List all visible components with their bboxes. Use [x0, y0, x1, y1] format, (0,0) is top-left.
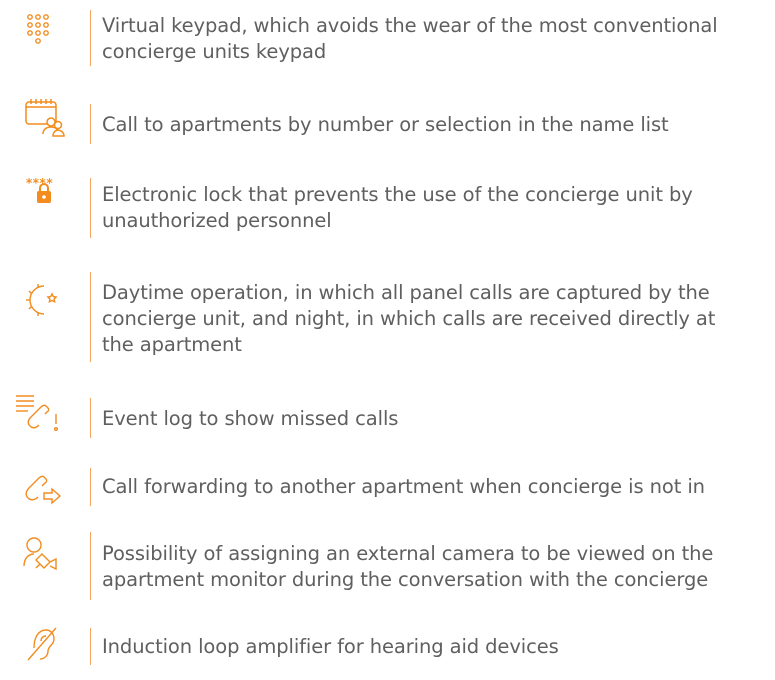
divider [90, 178, 91, 238]
hearing-loop-icon [14, 624, 76, 680]
feature-text-line: Induction loop amplifier for hearing aid… [102, 635, 559, 658]
keypad-icon [14, 12, 76, 68]
feature-text-line: unauthorized personnel [102, 209, 332, 232]
divider [90, 104, 91, 144]
feature-text-line: the apartment [102, 333, 242, 356]
divider [90, 532, 91, 600]
feature-text: Daytime operation, in which all panel ca… [102, 280, 772, 358]
person-camera-icon [14, 536, 76, 592]
feature-text-line: Daytime operation, in which all panel ca… [102, 281, 710, 304]
feature-text: Electronic lock that prevents the use of… [102, 182, 772, 234]
feature-text-line: concierge units keypad [102, 40, 327, 63]
feature-text-line: Call to apartments by number or selectio… [102, 113, 669, 136]
calendar-contacts-icon [14, 96, 76, 152]
feature-text: Virtual keypad, which avoids the wear of… [102, 13, 772, 65]
day-night-icon [14, 282, 76, 338]
feature-text: Event log to show missed calls [102, 406, 772, 432]
divider [90, 272, 91, 362]
feature-text-line: Virtual keypad, which avoids the wear of… [102, 14, 718, 37]
divider [90, 468, 91, 506]
feature-text-line: Possibility of assigning an external cam… [102, 542, 714, 565]
missed-call-log-icon [14, 394, 76, 450]
feature-text-line: apartment monitor during the conversatio… [102, 568, 709, 591]
feature-text: Call forwarding to another apartment whe… [102, 474, 772, 500]
feature-text-line: Electronic lock that prevents the use of… [102, 183, 693, 206]
feature-text-line: Event log to show missed calls [102, 407, 399, 430]
feature-text-line: concierge unit, and night, in which call… [102, 307, 716, 330]
divider [90, 628, 91, 665]
divider [90, 398, 91, 438]
feature-text: Induction loop amplifier for hearing aid… [102, 634, 772, 660]
call-forward-icon [14, 470, 76, 526]
feature-text-line: Call forwarding to another apartment whe… [102, 475, 705, 498]
password-lock-icon: **** [14, 176, 76, 234]
divider [90, 10, 91, 66]
feature-text: Call to apartments by number or selectio… [102, 112, 772, 138]
feature-text: Possibility of assigning an external cam… [102, 541, 772, 593]
